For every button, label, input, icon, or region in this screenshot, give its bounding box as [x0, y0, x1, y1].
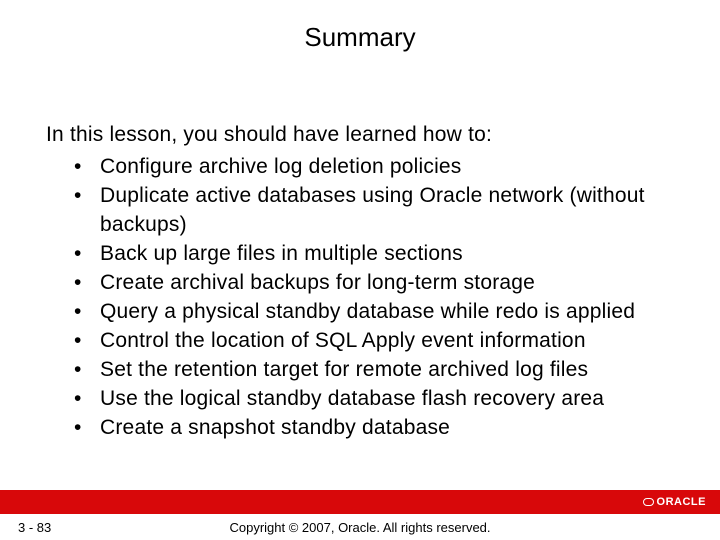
intro-text: In this lesson, you should have learned … [46, 123, 690, 147]
oracle-o-icon [643, 498, 654, 506]
slide-title: Summary [0, 22, 720, 53]
slide: Summary In this lesson, you should have … [0, 0, 720, 540]
list-item: Set the retention target for remote arch… [74, 356, 690, 385]
list-item: Control the location of SQL Apply event … [74, 327, 690, 356]
slide-body: In this lesson, you should have learned … [0, 53, 720, 540]
list-item: Duplicate active databases using Oracle … [74, 182, 690, 240]
list-item: Create a snapshot standby database [74, 414, 690, 443]
list-item: Back up large files in multiple sections [74, 240, 690, 269]
copyright-text: Copyright © 2007, Oracle. All rights res… [229, 520, 490, 535]
bullet-list: Configure archive log deletion policies … [46, 153, 690, 443]
brand-bar: ORACLE [0, 490, 720, 514]
page-number: 3 - 83 [18, 520, 51, 535]
footer-bottom: 3 - 83 Copyright © 2007, Oracle. All rig… [0, 514, 720, 540]
oracle-logo-text: ORACLE [657, 496, 706, 508]
list-item: Query a physical standby database while … [74, 298, 690, 327]
footer: ORACLE 3 - 83 Copyright © 2007, Oracle. … [0, 490, 720, 540]
oracle-logo: ORACLE [643, 496, 706, 508]
list-item: Create archival backups for long-term st… [74, 269, 690, 298]
list-item: Use the logical standby database flash r… [74, 385, 690, 414]
list-item: Configure archive log deletion policies [74, 153, 690, 182]
